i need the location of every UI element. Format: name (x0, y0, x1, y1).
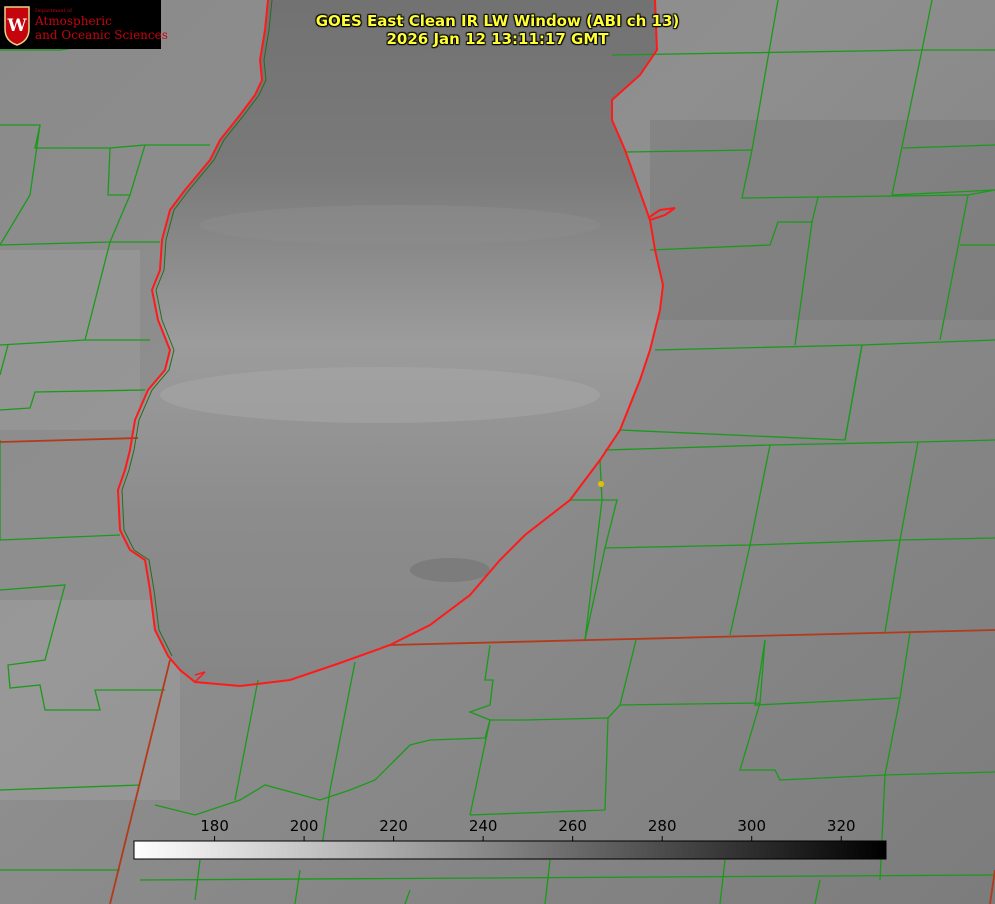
colorbar-gradient (133, 840, 887, 860)
colorbar-tick-label: 240 (469, 817, 498, 835)
colorbar-tick-label: 220 (379, 817, 408, 835)
image-title: GOES East Clean IR LW Window (ABI ch 13) (315, 12, 680, 30)
colorbar-tick-label: 320 (827, 817, 856, 835)
colorbar-tick-label: 180 (200, 817, 229, 835)
satellite-image-view: 180 200 220 240 260 280 300 320 W Department of… (0, 0, 995, 904)
colorbar-tick-label: 300 (737, 817, 766, 835)
station-marker-dot (598, 481, 604, 487)
colorbar-tick-label: 260 (558, 817, 587, 835)
ir-satellite-map: 180 200 220 240 260 280 300 320 (0, 0, 995, 904)
colorbar-tick-label: 200 (290, 817, 319, 835)
lake-cloud-streak-1 (160, 367, 600, 423)
lake-dark-patch (410, 558, 490, 582)
dark-region-east (650, 120, 995, 320)
colorbar-tick-label: 280 (648, 817, 677, 835)
lake-cloud-streak-2 (200, 205, 600, 245)
image-timestamp: 2026 Jan 12 13:11:17 GMT (386, 30, 609, 48)
bright-cloud-band-south (0, 600, 180, 800)
